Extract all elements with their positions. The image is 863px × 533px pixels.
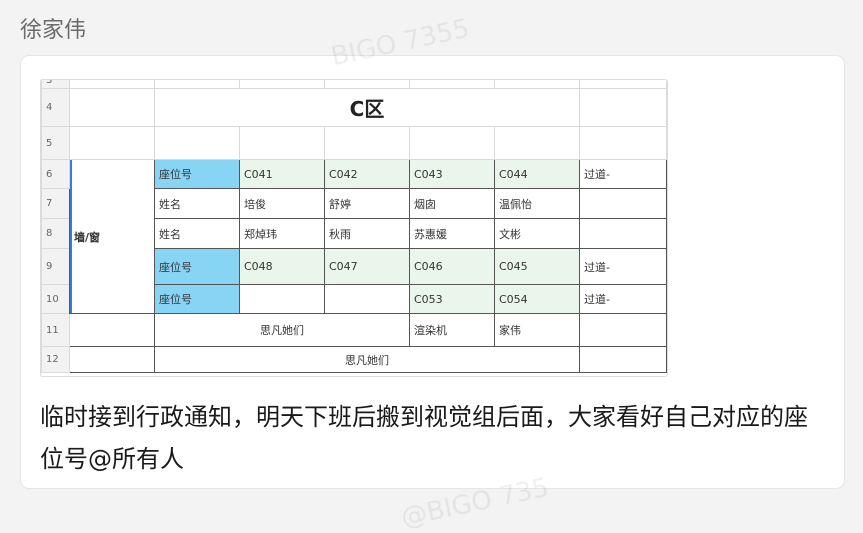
seat-cell: 家伟 [494, 313, 580, 347]
table-row: 12 思凡她们 [41, 346, 667, 373]
row-number: 9 [41, 248, 70, 285]
aisle-cell: 过道- [579, 248, 667, 285]
name-cell: 烟囱 [409, 188, 495, 219]
seat-cell: C046 [409, 248, 495, 285]
name-cell: 文彬 [494, 218, 580, 249]
aisle-cell: 过道- [579, 284, 667, 314]
group-cell: 思凡她们 [154, 346, 580, 373]
empty-cell [579, 313, 667, 347]
row-number: 8 [41, 218, 70, 249]
row-number: 4 [41, 88, 70, 127]
seat-cell: 渲染机 [409, 313, 495, 347]
seat-cell: C045 [494, 248, 580, 285]
name-cell: 郑焯玮 [239, 218, 325, 249]
table-row: 5 [41, 126, 667, 160]
seat-number-label: 座位号 [154, 248, 240, 285]
row-number: 7 [41, 188, 70, 219]
empty-cell [579, 346, 667, 373]
seat-number-label: 座位号 [154, 159, 240, 189]
name-cell: 培俊 [239, 188, 325, 219]
empty-cell [69, 313, 155, 347]
name-label: 姓名 [154, 218, 240, 249]
table-row: 4 C区 [41, 88, 667, 127]
seat-cell: C044 [494, 159, 580, 189]
row-number: 11 [41, 313, 70, 347]
name-cell: 秋雨 [324, 218, 410, 249]
name-cell: 苏惠媛 [409, 218, 495, 249]
table-row: 11 思凡她们 渲染机 家伟 [41, 313, 667, 347]
spreadsheet-screenshot[interactable]: 3 4 C区 5 6 墙/窗 座位号 C041 C042 C043 C044 过… [40, 79, 668, 377]
name-cell: 舒婷 [324, 188, 410, 219]
group-cell: 思凡她们 [154, 313, 410, 347]
table-row: 6 墙/窗 座位号 C041 C042 C043 C044 过道- [41, 159, 667, 314]
empty-cell [579, 218, 667, 249]
seat-cell: C054 [494, 284, 580, 314]
seat-cell: C041 [239, 159, 325, 189]
wall-window-label: 墙/窗 [69, 159, 155, 314]
seat-cell: C043 [409, 159, 495, 189]
seat-number-label: 座位号 [154, 284, 240, 314]
name-cell: 温佩怡 [494, 188, 580, 219]
seating-table: 3 4 C区 5 6 墙/窗 座位号 C041 C042 C043 C044 过… [41, 80, 667, 373]
zone-title: C区 [154, 88, 580, 127]
seat-cell [324, 284, 410, 314]
seat-cell: C048 [239, 248, 325, 285]
row-number: 6 [41, 159, 70, 189]
table-row: 3 [41, 80, 667, 89]
message-bubble[interactable]: 3 4 C区 5 6 墙/窗 座位号 C041 C042 C043 C044 过… [21, 56, 844, 488]
seat-cell: C053 [409, 284, 495, 314]
sender-name: 徐家伟 [20, 18, 87, 43]
row-number: 12 [41, 346, 70, 373]
row-number: 10 [41, 284, 70, 314]
name-label: 姓名 [154, 188, 240, 219]
seat-cell [239, 284, 325, 314]
seat-cell: C047 [324, 248, 410, 285]
row-number: 5 [41, 126, 70, 160]
message-text: 临时接到行政通知，明天下班后搬到视觉组后面，大家看好自己对应的座位号@所有人 [40, 403, 808, 473]
aisle-cell: 过道- [579, 159, 667, 189]
row-number: 3 [41, 80, 70, 89]
empty-cell [579, 188, 667, 219]
seat-cell: C042 [324, 159, 410, 189]
empty-cell [69, 346, 155, 373]
